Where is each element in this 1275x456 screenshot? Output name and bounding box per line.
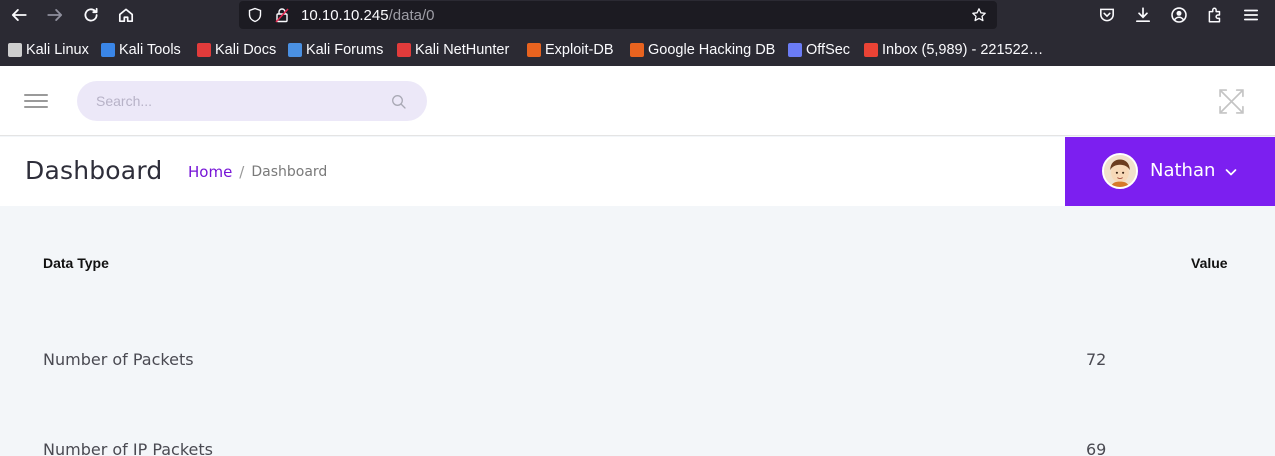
- avatar: [1102, 153, 1138, 189]
- breadcrumb-separator: /: [239, 163, 245, 181]
- kali-docs-icon: [197, 43, 211, 57]
- bookmark-kali-forums[interactable]: Kali Forums: [288, 40, 383, 60]
- offsec-icon: [788, 43, 802, 57]
- table-row-value: 72: [1086, 350, 1107, 369]
- menu-icon[interactable]: [1240, 4, 1262, 26]
- breadcrumb-current: Dashboard: [251, 164, 328, 180]
- ghdb-icon: [630, 43, 644, 57]
- nethunter-icon: [397, 43, 411, 57]
- bookmark-label: Kali Tools: [119, 42, 181, 58]
- insecure-lock-icon[interactable]: [273, 6, 291, 24]
- reload-icon[interactable]: [80, 4, 102, 26]
- bookmark-google-hacking-db[interactable]: Google Hacking DB: [630, 40, 775, 60]
- hamburger-menu-icon[interactable]: [24, 94, 48, 110]
- bookmark-label: Kali Docs: [215, 42, 277, 58]
- kali-dragon-icon: [8, 43, 22, 57]
- kali-forums-icon: [288, 43, 302, 57]
- bookmark-kali-linux[interactable]: Kali Linux: [8, 40, 89, 60]
- browser-chrome: 10.10.10.245/data/0 Kali Linux Kali Tool…: [0, 0, 1275, 66]
- gmail-icon: [864, 43, 878, 57]
- user-menu-button[interactable]: Nathan: [1065, 137, 1275, 206]
- user-name: Nathan: [1150, 160, 1216, 181]
- search-box: [77, 81, 427, 121]
- bookmark-label: OffSec: [806, 42, 851, 58]
- kali-tools-icon: [101, 43, 115, 57]
- chevron-down-icon: [1225, 169, 1237, 176]
- downloads-icon[interactable]: [1132, 4, 1154, 26]
- data-table: Data Type Value Number of Packets 72 Num…: [0, 206, 1275, 456]
- bookmark-exploit-db[interactable]: Exploit-DB: [527, 40, 614, 60]
- bookmarks-toolbar: Kali Linux Kali Tools Kali Docs Kali For…: [0, 36, 1275, 64]
- bookmark-label: Inbox (5,989) - 221522…: [882, 42, 1044, 58]
- breadcrumb: Home / Dashboard: [188, 163, 327, 181]
- bookmark-label: Kali Forums: [306, 42, 384, 58]
- bookmark-kali-docs[interactable]: Kali Docs: [197, 40, 276, 60]
- search-icon[interactable]: [391, 94, 407, 110]
- bookmark-star-icon[interactable]: [970, 6, 988, 24]
- url-path: /data/0: [388, 7, 435, 24]
- page-title: Dashboard: [25, 156, 163, 185]
- table-row-type: Number of Packets: [43, 350, 194, 369]
- forward-arrow-icon[interactable]: [44, 4, 66, 26]
- user-avatar-icon: [1104, 155, 1136, 187]
- url-bar[interactable]: 10.10.10.245/data/0: [239, 1, 997, 29]
- back-arrow-icon[interactable]: [8, 4, 30, 26]
- browser-nav-row: 10.10.10.245/data/0: [0, 0, 1275, 30]
- pocket-icon[interactable]: [1096, 4, 1118, 26]
- table-row-value: 69: [1086, 440, 1107, 456]
- app-header: [0, 66, 1275, 136]
- shield-icon[interactable]: [246, 6, 264, 24]
- breadcrumb-home-link[interactable]: Home: [188, 163, 232, 181]
- bookmark-kali-tools[interactable]: Kali Tools: [101, 40, 181, 60]
- column-header-data-type: Data Type: [43, 255, 109, 271]
- account-icon[interactable]: [1168, 4, 1190, 26]
- fullscreen-icon[interactable]: [1218, 88, 1245, 115]
- table-row-type: Number of IP Packets: [43, 440, 213, 456]
- bookmark-label: Kali NetHunter: [415, 42, 510, 58]
- extensions-icon[interactable]: [1204, 4, 1226, 26]
- column-header-value: Value: [1191, 255, 1228, 271]
- search-input[interactable]: [96, 91, 376, 111]
- bookmark-label: Google Hacking DB: [648, 42, 776, 58]
- bookmark-label: Exploit-DB: [545, 42, 614, 58]
- url-host: 10.10.10.245: [301, 7, 389, 24]
- bookmark-offsec[interactable]: OffSec: [788, 40, 850, 60]
- exploit-db-icon: [527, 43, 541, 57]
- url-text[interactable]: 10.10.10.245/data/0: [301, 7, 434, 24]
- bookmark-kali-nethunter[interactable]: Kali NetHunter: [397, 40, 509, 60]
- bookmark-label: Kali Linux: [26, 42, 89, 58]
- bookmark-inbox[interactable]: Inbox (5,989) - 221522…: [864, 40, 1043, 60]
- home-icon[interactable]: [115, 4, 137, 26]
